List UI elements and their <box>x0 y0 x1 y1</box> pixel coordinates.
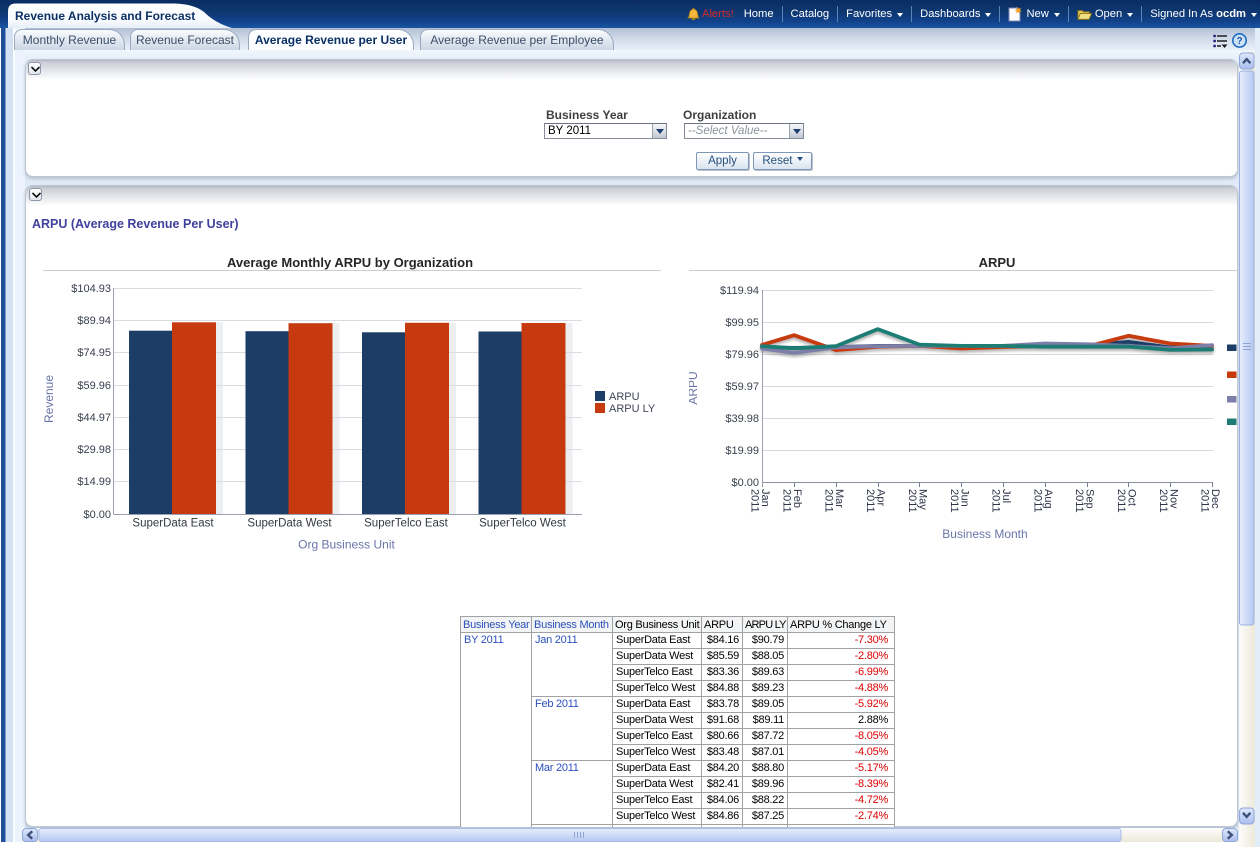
svg-text:2011: 2011 <box>1031 489 1043 513</box>
svg-text:$29.98: $29.98 <box>77 444 111 456</box>
svg-text:2011: 2011 <box>822 489 834 513</box>
svg-text:ARPU LY: ARPU LY <box>609 403 656 415</box>
svg-text:2011: 2011 <box>781 489 793 513</box>
svg-text:2011: 2011 <box>864 489 876 513</box>
svg-text:$79.96: $79.96 <box>725 349 759 361</box>
svg-text:$0.00: $0.00 <box>731 477 759 489</box>
svg-text:ARPU: ARPU <box>609 391 640 403</box>
svg-text:2011: 2011 <box>990 489 1002 513</box>
svg-text:$89.94: $89.94 <box>77 315 111 327</box>
svg-text:$19.99: $19.99 <box>725 445 759 457</box>
svg-text:$39.98: $39.98 <box>725 413 759 425</box>
svg-text:$44.97: $44.97 <box>77 412 111 424</box>
svg-text:SuperTelco West: SuperTelco West <box>479 518 567 530</box>
svg-text:$0.00: $0.00 <box>83 509 111 521</box>
svg-text:$59.97: $59.97 <box>725 381 759 393</box>
svg-text:$99.95: $99.95 <box>725 317 759 329</box>
svg-text:$14.99: $14.99 <box>77 476 111 488</box>
svg-text:?: ? <box>1236 36 1242 47</box>
svg-text:2011: 2011 <box>948 489 960 513</box>
svg-text:2011: 2011 <box>1199 489 1211 513</box>
svg-text:Revenue Analysis and Forecast: Revenue Analysis and Forecast <box>15 9 195 23</box>
svg-text:2011: 2011 <box>1157 489 1169 513</box>
svg-text:2011: 2011 <box>1115 489 1127 513</box>
svg-text:$104.93: $104.93 <box>71 283 111 295</box>
svg-text:2011: 2011 <box>1073 489 1085 513</box>
svg-text:SuperData East: SuperData East <box>132 518 214 530</box>
svg-text:SuperTelco East: SuperTelco East <box>364 518 449 530</box>
svg-text:Average Monthly ARPU by Organi: Average Monthly ARPU by Organization <box>227 255 473 270</box>
svg-text:$119.94: $119.94 <box>720 285 759 297</box>
svg-text:$59.96: $59.96 <box>77 380 111 392</box>
svg-text:2011: 2011 <box>906 489 918 513</box>
svg-text:ARPU: ARPU <box>689 371 700 404</box>
svg-text:Org Business Unit: Org Business Unit <box>298 538 395 552</box>
svg-text:$74.95: $74.95 <box>77 347 111 359</box>
svg-text:2011: 2011 <box>749 489 761 513</box>
svg-text:SuperData West: SuperData West <box>247 518 332 530</box>
svg-text:Revenue: Revenue <box>43 375 56 423</box>
svg-text:Business Month: Business Month <box>942 527 1027 541</box>
svg-text:ARPU: ARPU <box>979 255 1016 270</box>
